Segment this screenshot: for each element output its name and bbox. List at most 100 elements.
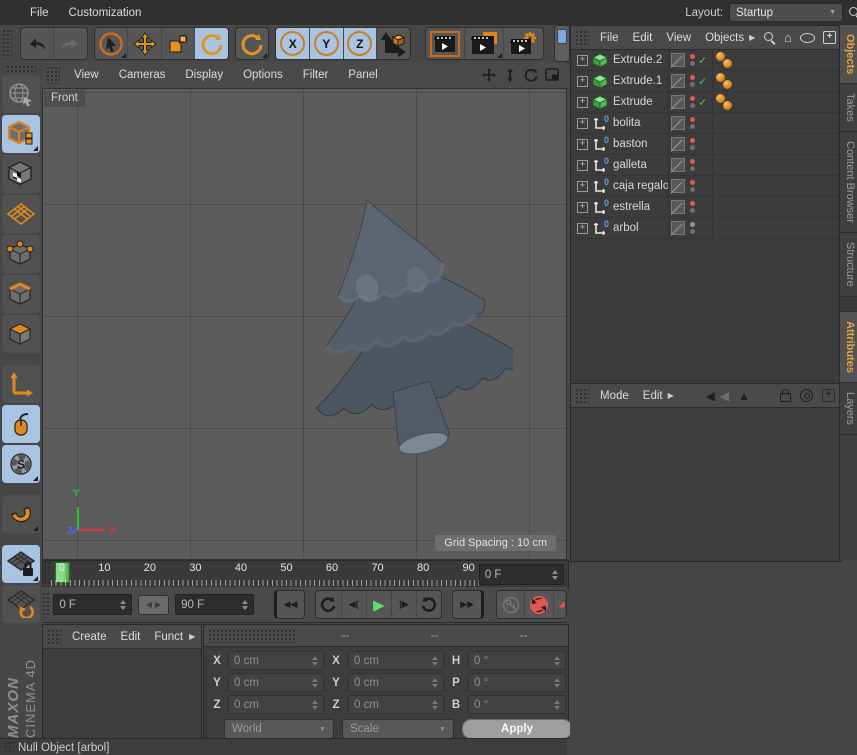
toggle-panel-icon[interactable]	[545, 68, 559, 81]
visibility-dots[interactable]	[690, 222, 695, 234]
last-tool-rotate-button[interactable]	[236, 28, 269, 59]
position-y-field[interactable]: 0 cm	[228, 673, 324, 692]
statusbar-grip[interactable]	[4, 741, 14, 754]
funct-menu[interactable]: Funct	[147, 631, 185, 643]
layer-icon[interactable]	[671, 74, 685, 88]
tag-icon[interactable]	[723, 59, 732, 68]
lock-x-axis-button[interactable]: X	[276, 28, 310, 59]
attr-menu-mode[interactable]: Mode	[593, 390, 636, 402]
rotation-h-field[interactable]: 0 °	[468, 651, 566, 670]
tag-icon[interactable]	[723, 80, 732, 89]
current-frame-field[interactable]: 0 F	[479, 564, 564, 585]
undo-button[interactable]	[21, 28, 55, 59]
layer-icon[interactable]	[671, 95, 685, 109]
magnet-snap-button[interactable]	[2, 495, 40, 533]
size-y-field[interactable]: 0 cm	[348, 673, 444, 692]
render-picture-viewer-button[interactable]	[465, 28, 504, 59]
enabled-check-icon[interactable]: ✓	[698, 96, 707, 109]
om-menu-view[interactable]: View	[659, 32, 698, 44]
object-row-extrude[interactable]: + Extrude ✓	[571, 92, 841, 113]
move-tool-button[interactable]	[128, 28, 162, 59]
rotate-tool-button[interactable]	[195, 28, 228, 59]
range-start-field[interactable]: 0 F	[53, 594, 132, 615]
visibility-dots[interactable]	[690, 96, 695, 108]
add-panel-icon[interactable]: +	[822, 389, 835, 402]
object-row-estrella[interactable]: + 0 estrella ✓	[571, 197, 841, 218]
visibility-dots[interactable]	[690, 75, 695, 87]
rotate-view-icon[interactable]	[524, 68, 538, 82]
layer-icon[interactable]	[671, 53, 685, 67]
toolbar-grip[interactable]	[2, 29, 12, 59]
home-icon[interactable]: ⌂	[784, 33, 792, 43]
render-view-button[interactable]	[426, 28, 465, 59]
snap-settings-button[interactable]: S	[2, 445, 40, 483]
expand-icon[interactable]: +	[577, 76, 588, 87]
collapsed-palette-handle[interactable]	[554, 25, 570, 62]
menu-file[interactable]: File	[20, 7, 59, 19]
object-row-caja-regalo[interactable]: + 0 caja regalo ✓	[571, 176, 841, 197]
tab-objects[interactable]: Objects	[840, 25, 857, 84]
visibility-filter-icon[interactable]	[800, 33, 815, 43]
range-nudge-button[interactable]: ◀ ▶	[138, 595, 169, 615]
object-row-extrude1[interactable]: + Extrude.1 ✓	[571, 71, 841, 92]
object-row-baston[interactable]: + 0 baston ✓	[571, 134, 841, 155]
pan-view-icon[interactable]	[482, 68, 496, 82]
tab-content-browser[interactable]: Content Browser	[840, 132, 857, 233]
tag-icon[interactable]	[723, 101, 732, 110]
layout-dropdown[interactable]: Startup ▼	[729, 3, 843, 22]
tab-takes[interactable]: Takes	[840, 84, 857, 132]
viewport-canvas[interactable]: Front Y	[42, 88, 567, 560]
vp-menu-panel[interactable]: Panel	[338, 69, 387, 81]
stepper-icon[interactable]	[120, 600, 126, 610]
enabled-check-icon[interactable]: ✓	[698, 54, 707, 67]
layer-icon[interactable]	[671, 200, 685, 214]
apply-button[interactable]: Apply	[462, 719, 572, 739]
edges-mode-button[interactable]	[2, 275, 40, 313]
stepper-icon[interactable]	[242, 600, 248, 610]
layer-icon[interactable]	[671, 221, 685, 235]
layer-icon[interactable]	[671, 137, 685, 151]
lock-y-axis-button[interactable]: Y	[310, 28, 344, 59]
viewport-solo-button[interactable]	[2, 405, 40, 443]
autokey-button[interactable]	[525, 591, 553, 618]
tree-model[interactable]	[278, 194, 513, 459]
object-row-extrude2[interactable]: + Extrude.2 ✓	[571, 50, 841, 71]
expand-icon[interactable]: +	[577, 55, 588, 66]
vp-menu-display[interactable]: Display	[175, 69, 233, 81]
object-manager-grip[interactable]	[575, 30, 589, 46]
expand-icon[interactable]: +	[577, 202, 588, 213]
search-icon[interactable]	[759, 390, 771, 402]
previous-key-button[interactable]	[316, 591, 341, 618]
scale-tool-button[interactable]	[162, 28, 196, 59]
go-to-start-button[interactable]: ◀◀	[274, 590, 306, 619]
stepper-icon[interactable]	[552, 570, 558, 580]
create-menu[interactable]: Create	[65, 631, 114, 643]
expand-icon[interactable]: +	[577, 139, 588, 150]
keyframe-selection-button[interactable]	[554, 591, 566, 618]
tag-area[interactable]	[715, 92, 745, 112]
tab-attributes[interactable]: Attributes	[840, 312, 857, 383]
points-mode-button[interactable]	[2, 235, 40, 273]
size-z-field[interactable]: 0 cm	[348, 695, 444, 714]
size-x-field[interactable]: 0 cm	[348, 651, 444, 670]
vp-menu-filter[interactable]: Filter	[293, 69, 339, 81]
tab-structure[interactable]: Structure	[840, 233, 857, 297]
tag-area[interactable]	[715, 71, 745, 91]
vp-menu-view[interactable]: View	[64, 69, 109, 81]
transform-mode-dropdown[interactable]: Scale▼	[342, 719, 454, 739]
visibility-dots[interactable]	[690, 117, 695, 129]
attr-menu-edit[interactable]: Edit	[636, 390, 664, 402]
position-x-field[interactable]: 0 cm	[228, 651, 324, 670]
search-icon[interactable]	[849, 7, 857, 19]
model-mode-button[interactable]	[2, 115, 40, 153]
expand-icon[interactable]: +	[577, 181, 588, 192]
lock-z-axis-button[interactable]: Z	[344, 28, 378, 59]
zoom-view-icon[interactable]	[503, 68, 517, 82]
add-panel-icon[interactable]: +	[823, 31, 836, 44]
viewport-menubar-grip[interactable]	[46, 66, 60, 84]
redo-button[interactable]	[54, 28, 87, 59]
previous-frame-button[interactable]: ◀(	[342, 591, 367, 618]
coordinates-grip[interactable]	[208, 629, 297, 643]
texture-mode-button[interactable]	[2, 155, 40, 193]
tag-area[interactable]	[715, 50, 745, 70]
